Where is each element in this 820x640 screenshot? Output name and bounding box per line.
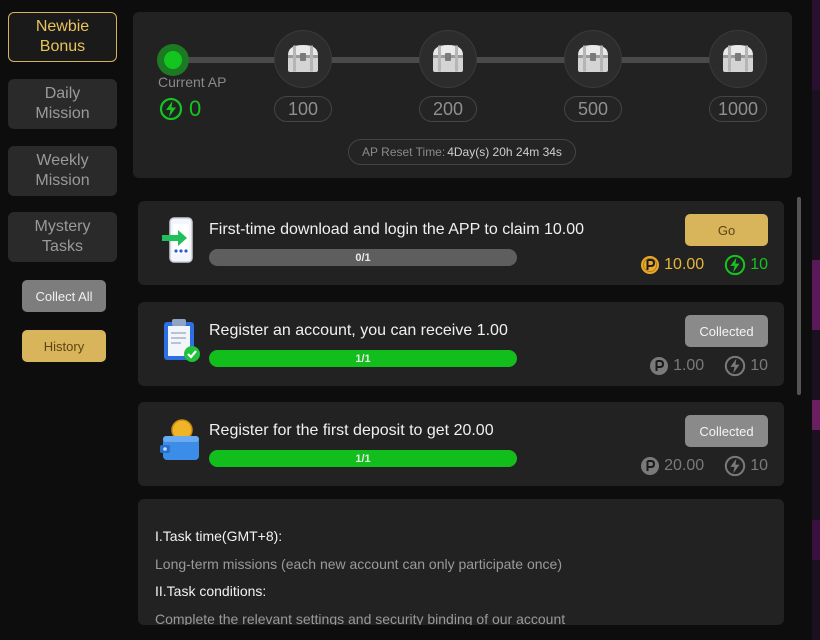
wallet-coin-icon	[160, 419, 199, 460]
task-rewards: 20.00 10	[640, 455, 768, 477]
coin-reward: 10.00	[664, 256, 705, 273]
task-card: First-time download and login the APP to…	[138, 201, 784, 285]
task-rewards: 1.00 10	[649, 355, 768, 377]
treasure-chest-icon[interactable]	[274, 30, 332, 88]
collected-button[interactable]: Collected	[685, 415, 768, 447]
ap-reward: 10	[750, 357, 768, 374]
rules-section-title: II.Task conditions:	[155, 583, 267, 599]
current-ap-label: Current AP	[158, 74, 227, 90]
tab-label: Daily	[44, 85, 81, 102]
collected-button[interactable]: Collected	[685, 315, 768, 347]
scrollbar[interactable]	[797, 197, 801, 395]
milestone-label: 100	[274, 96, 332, 122]
collect-all-button[interactable]: Collect All	[22, 280, 106, 312]
task-progress-text: 1/1	[355, 352, 371, 365]
task-progress-bar: 1/1	[209, 450, 517, 467]
treasure-chest-icon[interactable]	[564, 30, 622, 88]
tab-newbie-bonus[interactable]: Newbie Bonus	[8, 12, 117, 62]
ap-reset-time: AP Reset Time: 4Day(s) 20h 24m 34s	[348, 139, 576, 165]
tab-label: Mission	[35, 172, 90, 189]
task-title: Register for the first deposit to get 20…	[209, 422, 494, 439]
rules-section-text: Long-term missions (each new account can…	[155, 556, 562, 572]
lightning-icon	[159, 97, 183, 121]
task-progress-text: 0/1	[355, 251, 371, 264]
tab-label: Mystery	[34, 218, 91, 235]
coin-reward: 1.00	[673, 357, 705, 374]
tab-label: Weekly	[36, 152, 89, 169]
task-rules-panel: I.Task time(GMT+8): Long-term missions (…	[138, 499, 784, 625]
rules-section-title: I.Task time(GMT+8):	[155, 528, 283, 544]
ap-reward: 10	[750, 256, 768, 273]
task-title: First-time download and login the APP to…	[209, 221, 585, 238]
coin-icon	[641, 256, 660, 274]
tab-label: Mission	[35, 105, 90, 122]
tab-daily-mission[interactable]: Daily Mission	[8, 79, 117, 129]
task-progress-text: 1/1	[355, 452, 371, 465]
tab-label: Newbie	[35, 18, 90, 35]
task-card: Register for the first deposit to get 20…	[138, 402, 784, 486]
treasure-chest-icon[interactable]	[709, 30, 767, 88]
current-ap: 0	[159, 96, 201, 122]
ap-progress-panel: Current AP 0 100 200 500 1000 AP Reset T…	[133, 12, 792, 178]
task-rewards: 10.00 10	[640, 254, 768, 276]
clipboard-check-icon	[164, 319, 200, 362]
phone-download-icon	[162, 217, 193, 263]
lightning-icon	[725, 254, 746, 276]
treasure-chest-icon[interactable]	[419, 30, 477, 88]
background-edge	[812, 0, 820, 640]
history-button[interactable]: History	[22, 330, 106, 362]
rules-section-text: Complete the relevant settings and secur…	[155, 611, 566, 625]
go-button[interactable]: Go	[685, 214, 768, 246]
tab-mystery-tasks[interactable]: Mystery Tasks	[8, 212, 117, 262]
current-ap-value: 0	[189, 96, 202, 121]
tab-weekly-mission[interactable]: Weekly Mission	[8, 146, 117, 196]
ap-progress-start-dot	[157, 44, 189, 76]
coin-icon	[650, 357, 669, 375]
sidebar: Newbie Bonus Daily Mission Weekly Mission M…	[0, 0, 130, 640]
reset-countdown: 4Day(s) 20h 24m 34s	[447, 145, 562, 159]
task-title: Register an account, you can receive 1.0…	[209, 322, 508, 339]
coin-icon	[641, 457, 660, 475]
lightning-icon	[725, 355, 746, 377]
tab-label: Tasks	[42, 238, 83, 255]
coin-reward: 20.00	[664, 457, 705, 474]
lightning-icon	[725, 455, 746, 477]
task-progress-bar: 0/1	[209, 249, 517, 266]
tab-label: Bonus	[39, 38, 86, 55]
milestone-label: 1000	[709, 96, 767, 122]
milestone-label: 200	[419, 96, 477, 122]
milestone-label: 500	[564, 96, 622, 122]
task-progress-bar: 1/1	[209, 350, 517, 367]
reset-label: AP Reset Time:	[362, 145, 446, 159]
task-card: Register an account, you can receive 1.0…	[138, 302, 784, 386]
ap-reward: 10	[750, 457, 768, 474]
